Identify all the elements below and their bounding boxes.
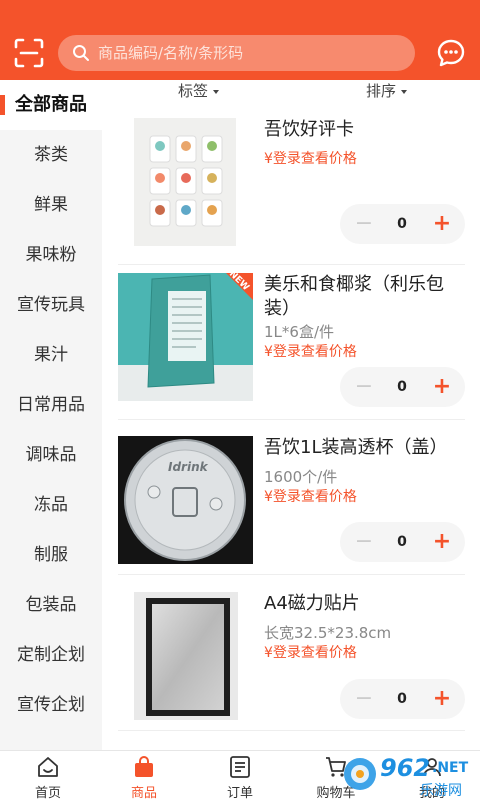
sidebar-item-label: 包装品	[25, 595, 77, 615]
sidebar-item-all-products[interactable]: 全部商品	[0, 80, 102, 130]
sidebar-item-label: 制服	[34, 545, 68, 565]
decrease-button[interactable]: −	[352, 522, 376, 562]
sidebar-item-label: 冻品	[34, 495, 68, 515]
shopping-bag-icon	[135, 756, 153, 777]
tab-label: 订单	[226, 786, 253, 800]
home-icon	[38, 757, 58, 777]
product-price: ¥登录查看价格	[264, 645, 357, 661]
tab-orders[interactable]: 订单	[192, 751, 288, 800]
product-title: 美乐和食椰浆（利乐包装）	[264, 274, 444, 319]
product-title: 吾饮好评卡	[264, 119, 354, 140]
increase-button[interactable]: +	[430, 367, 454, 407]
sidebar-item-tea[interactable]: 茶类	[0, 130, 102, 180]
sidebar-item-fresh-fruit[interactable]: 鲜果	[0, 180, 102, 230]
product-image	[134, 592, 238, 720]
lid-logo-text: Idrink	[168, 460, 208, 474]
tag-filter-label: 标签	[178, 82, 209, 100]
product-item[interactable]: A4磁力贴片 长宽32.5*23.8cm ¥登录查看价格 − 0 +	[118, 576, 465, 731]
quantity-value: 0	[397, 216, 407, 232]
sort-filter[interactable]: 排序	[366, 80, 408, 100]
sidebar-item-label: 宣传玩具	[17, 295, 85, 315]
product-price: ¥登录查看价格	[264, 489, 357, 505]
decrease-button[interactable]: −	[352, 204, 376, 244]
sort-filter-label: 排序	[366, 82, 397, 100]
tag-filter[interactable]: 标签	[178, 80, 220, 100]
top-header	[0, 0, 480, 80]
increase-button[interactable]: +	[430, 679, 454, 719]
sidebar-item-custom-plan[interactable]: 定制企划	[0, 630, 102, 680]
search-input[interactable]	[98, 35, 398, 71]
quantity-stepper: − 0 +	[340, 522, 465, 562]
sidebar-item-label: 果味粉	[25, 245, 77, 265]
sidebar-item-packaging[interactable]: 包装品	[0, 580, 102, 630]
decrease-button[interactable]: −	[352, 367, 376, 407]
tab-products[interactable]: 商品	[96, 751, 192, 800]
sidebar-item-label: 果汁	[34, 345, 68, 365]
sidebar-item-promo-toys[interactable]: 宣传玩具	[0, 280, 102, 330]
sidebar-item-seasoning[interactable]: 调味品	[0, 430, 102, 480]
sidebar-item-label: 日常用品	[17, 395, 85, 415]
product-title: 吾饮1L装高透杯（盖）	[264, 437, 448, 458]
sidebar-item-label: 鲜果	[34, 195, 68, 215]
product-image	[134, 118, 236, 246]
product-price: ¥登录查看价格	[264, 151, 357, 167]
increase-button[interactable]: +	[430, 522, 454, 562]
product-price: ¥登录查看价格	[264, 344, 357, 360]
sidebar-item-label: 宣传企划	[17, 695, 85, 715]
decrease-button[interactable]: −	[352, 679, 376, 719]
search-icon	[73, 45, 89, 61]
site-watermark: 962 .NET 乐游网	[340, 752, 480, 800]
product-image: Idrink	[118, 436, 253, 564]
sidebar-item-juice[interactable]: 果汁	[0, 330, 102, 380]
search-bar[interactable]	[58, 35, 415, 71]
sidebar-item-fruit-powder[interactable]: 果味粉	[0, 230, 102, 280]
tab-label: 商品	[130, 786, 157, 800]
message-icon[interactable]	[436, 38, 466, 68]
watermark-subtitle: 乐游网	[420, 783, 462, 799]
quantity-value: 0	[397, 691, 407, 707]
product-title: A4磁力贴片	[264, 593, 360, 614]
sidebar-item-label: 茶类	[34, 145, 68, 165]
tab-label: 首页	[34, 786, 61, 800]
watermark-brand: 962	[380, 754, 431, 782]
product-item[interactable]: Idrink 吾饮1L装高透杯（盖） 1600个/件 ¥登录查看价格 − 0 +	[118, 420, 465, 575]
sidebar-item-promo-plan[interactable]: 宣传企划	[0, 680, 102, 730]
product-spec: 长宽32.5*23.8cm	[264, 624, 392, 642]
caret-down-icon	[213, 89, 220, 94]
product-item[interactable]: NEW 美乐和食椰浆（利乐包装） 1L*6盒/件 ¥登录查看价格 − 0 +	[118, 265, 465, 420]
order-list-icon	[230, 756, 250, 778]
sidebar-item-uniform[interactable]: 制服	[0, 530, 102, 580]
sidebar-item-label: 全部商品	[15, 94, 87, 115]
sidebar-item-label: 调味品	[25, 445, 77, 465]
increase-button[interactable]: +	[430, 204, 454, 244]
product-spec: 1L*6盒/件	[264, 323, 334, 341]
sidebar-item-label: 定制企划	[17, 645, 85, 665]
scan-icon[interactable]	[12, 36, 46, 70]
sidebar-item-frozen[interactable]: 冻品	[0, 480, 102, 530]
tab-home[interactable]: 首页	[0, 751, 96, 800]
product-spec: 1600个/件	[264, 468, 338, 486]
watermark-suffix: .NET	[432, 760, 469, 776]
quantity-stepper: − 0 +	[340, 367, 465, 407]
quantity-stepper: − 0 +	[340, 679, 465, 719]
product-image: NEW	[118, 273, 253, 401]
quantity-stepper: − 0 +	[340, 204, 465, 244]
category-sidebar: 全部商品 茶类 鲜果 果味粉 宣传玩具 果汁 日常用品 调味品 冻品 制服 包装…	[0, 80, 102, 750]
quantity-value: 0	[397, 534, 407, 550]
caret-down-icon	[401, 89, 408, 94]
quantity-value: 0	[397, 379, 407, 395]
product-item[interactable]: 吾饮好评卡 ¥登录查看价格 − 0 +	[118, 110, 465, 265]
sidebar-item-daily-goods[interactable]: 日常用品	[0, 380, 102, 430]
